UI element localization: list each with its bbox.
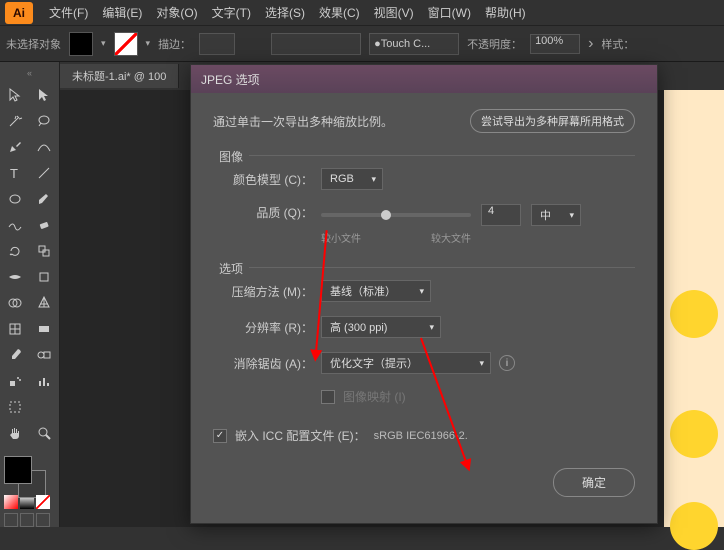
- pen-tool[interactable]: [0, 134, 30, 160]
- color-model-label: 颜色模型 (C)：: [213, 171, 313, 188]
- menu-view[interactable]: 视图(V): [368, 2, 420, 23]
- shaper-tool[interactable]: [0, 212, 30, 238]
- emoji-graphic-1: [670, 290, 718, 338]
- emoji-graphic-2: [670, 410, 718, 458]
- artboard-tool[interactable]: [0, 394, 30, 420]
- menubar: Ai 文件(F) 编辑(E) 对象(O) 文字(T) 选择(S) 效果(C) 视…: [0, 0, 724, 26]
- magic-wand-tool[interactable]: [0, 108, 30, 134]
- dialog-titlebar[interactable]: JPEG 选项: [191, 65, 657, 93]
- opacity-step-icon[interactable]: ›: [588, 35, 593, 53]
- antialias-label: 消除锯齿 (A)：: [213, 355, 313, 372]
- brush-tool[interactable]: [30, 186, 60, 212]
- antialias-select[interactable]: 优化文字（提示）: [321, 352, 491, 374]
- resolution-select[interactable]: 高 (300 ppi): [321, 316, 441, 338]
- free-transform-tool[interactable]: [30, 264, 60, 290]
- screen-mode-3[interactable]: [36, 513, 50, 527]
- app-logo: Ai: [5, 2, 33, 24]
- quality-label: 品质 (Q)：: [213, 204, 313, 221]
- fill-mode-color[interactable]: [4, 495, 18, 509]
- document-tab[interactable]: 未标题-1.ai* @ 100: [60, 64, 179, 88]
- mesh-tool[interactable]: [0, 316, 30, 342]
- toolbar-handle[interactable]: «: [0, 68, 59, 78]
- menu-effect[interactable]: 效果(C): [313, 2, 366, 23]
- width-tool[interactable]: [0, 264, 30, 290]
- icc-value: sRGB IEC61966-2.: [374, 430, 468, 442]
- menu-file[interactable]: 文件(F): [43, 2, 94, 23]
- emoji-graphic-3: [670, 502, 718, 550]
- menu-edit[interactable]: 编辑(E): [96, 2, 148, 23]
- icc-label: 嵌入 ICC 配置文件 (E)：: [235, 427, 366, 444]
- menu-help[interactable]: 帮助(H): [479, 2, 532, 23]
- type-tool[interactable]: T: [0, 160, 30, 186]
- fill-mode-none[interactable]: [36, 495, 50, 509]
- scale-tool[interactable]: [30, 238, 60, 264]
- blend-tool[interactable]: [30, 342, 60, 368]
- big-file-label: 较大文件: [431, 230, 471, 245]
- options-section-title: 选项: [213, 260, 249, 277]
- jpeg-options-dialog: JPEG 选项 通过单击一次导出多种缩放比例。 尝试导出为多种屏幕所用格式 图像…: [190, 64, 658, 524]
- gradient-tool[interactable]: [30, 316, 60, 342]
- screen-mode-1[interactable]: [4, 513, 18, 527]
- fill-dropdown-icon[interactable]: ▾: [101, 38, 106, 49]
- info-icon[interactable]: i: [499, 355, 515, 371]
- selection-status: 未选择对象: [6, 36, 61, 52]
- export-screens-button[interactable]: 尝试导出为多种屏幕所用格式: [470, 109, 635, 133]
- opacity-input[interactable]: 100%: [530, 34, 580, 54]
- icc-checkbox[interactable]: [213, 429, 227, 443]
- selection-tool[interactable]: [0, 82, 30, 108]
- image-section-title: 图像: [213, 148, 249, 165]
- quality-slider-thumb[interactable]: [381, 210, 391, 220]
- banner-text: 通过单击一次导出多种缩放比例。: [213, 113, 393, 130]
- line-tool[interactable]: [30, 160, 60, 186]
- canvas[interactable]: [664, 90, 724, 527]
- quality-preset-select[interactable]: 中: [531, 204, 581, 226]
- quality-slider[interactable]: [321, 213, 471, 217]
- opacity-label: 不透明度：: [467, 36, 522, 52]
- rotate-tool[interactable]: [0, 238, 30, 264]
- shape-builder-tool[interactable]: [0, 290, 30, 316]
- menu-window[interactable]: 窗口(W): [422, 2, 477, 23]
- symbol-sprayer-tool[interactable]: [0, 368, 30, 394]
- resolution-label: 分辨率 (R)：: [213, 319, 313, 336]
- hand-tool[interactable]: [0, 420, 30, 446]
- touch-select[interactable]: ● Touch C...: [369, 33, 459, 55]
- slice-tool[interactable]: [30, 394, 60, 420]
- compress-select[interactable]: 基线（标准）: [321, 280, 431, 302]
- tools-panel: « T: [0, 62, 60, 527]
- direct-selection-tool[interactable]: [30, 82, 60, 108]
- options-bar: 未选择对象 ▾ ▾ 描边： ● Touch C... 不透明度： 100% › …: [0, 26, 724, 62]
- graph-tool[interactable]: [30, 368, 60, 394]
- eraser-tool[interactable]: [30, 212, 60, 238]
- ok-button[interactable]: 确定: [553, 468, 635, 497]
- stroke-label: 描边：: [158, 36, 191, 52]
- imagemap-checkbox[interactable]: [321, 390, 335, 404]
- stroke-swatch[interactable]: [114, 32, 138, 56]
- foreground-color[interactable]: [4, 456, 32, 484]
- brush-select[interactable]: [271, 33, 361, 55]
- menu-type[interactable]: 文字(T): [206, 2, 257, 23]
- quality-input[interactable]: 4: [481, 204, 521, 226]
- stroke-dropdown-icon[interactable]: ▾: [146, 38, 151, 49]
- eyedropper-tool[interactable]: [0, 342, 30, 368]
- svg-text:T: T: [10, 166, 18, 181]
- color-picker[interactable]: [4, 456, 54, 489]
- compress-label: 压缩方法 (M)：: [213, 283, 313, 300]
- stroke-weight-input[interactable]: [199, 33, 235, 55]
- fill-swatch[interactable]: [69, 32, 93, 56]
- menu-select[interactable]: 选择(S): [259, 2, 311, 23]
- main-menu: 文件(F) 编辑(E) 对象(O) 文字(T) 选择(S) 效果(C) 视图(V…: [43, 2, 532, 23]
- perspective-tool[interactable]: [30, 290, 60, 316]
- zoom-tool[interactable]: [30, 420, 60, 446]
- style-label: 样式：: [601, 36, 634, 52]
- lasso-tool[interactable]: [30, 108, 60, 134]
- small-file-label: 较小文件: [321, 230, 361, 245]
- curvature-tool[interactable]: [30, 134, 60, 160]
- imagemap-label: 图像映射 (I): [343, 388, 406, 405]
- ellipse-tool[interactable]: [0, 186, 30, 212]
- color-model-select[interactable]: RGB: [321, 168, 383, 190]
- menu-object[interactable]: 对象(O): [150, 2, 203, 23]
- screen-mode-2[interactable]: [20, 513, 34, 527]
